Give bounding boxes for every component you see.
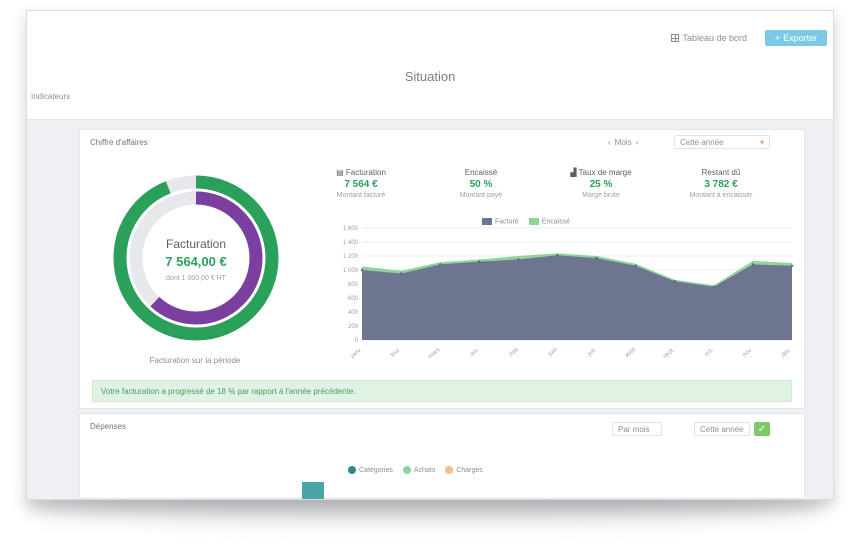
data-point[interactable] xyxy=(399,272,403,275)
donut-value: 7 564,00 € xyxy=(165,254,226,269)
dashboard-link[interactable]: Tableau de bord xyxy=(671,33,747,43)
info-alert: Votre facturation a progressé de 18 % pa… xyxy=(92,380,792,402)
plus-icon: + xyxy=(774,33,781,43)
expenses-panel-title: Dépenses xyxy=(90,422,127,431)
x-tick-label: avr. xyxy=(469,347,481,358)
kpi-sub: Montant à encaisser xyxy=(689,192,753,199)
x-tick-label: sept. xyxy=(662,347,676,360)
revenue-panel: Chiffre d'affaires ‹ Mois › Cette année … xyxy=(79,129,805,409)
expenses-legend: Catégories Achats Charges xyxy=(348,466,483,474)
check-icon: ✓ xyxy=(754,422,770,436)
expenses-period-select[interactable]: Par mois xyxy=(612,422,662,436)
data-point[interactable] xyxy=(478,260,481,263)
legend-item[interactable]: Catégories xyxy=(348,466,393,474)
y-tick-label: 1 000 xyxy=(343,268,359,274)
data-point[interactable] xyxy=(517,258,520,261)
legend-label: Catégories xyxy=(359,466,393,474)
kpi-margin: ▟ Taux de marge 25 % Marge brute xyxy=(546,168,656,199)
y-tick-label: 1 200 xyxy=(343,254,359,260)
kpi-sub: Montant facturé xyxy=(336,192,386,199)
export-button[interactable]: + Exporter xyxy=(765,30,827,46)
kpi-sub: Marge brute xyxy=(582,192,620,199)
series-area-billed xyxy=(362,255,792,340)
donut-subtitle: dont 1 000,00 € HT xyxy=(166,275,227,282)
y-tick-label: 200 xyxy=(348,324,359,330)
x-tick-label: oct. xyxy=(704,347,716,358)
legend-dot xyxy=(348,466,356,474)
y-tick-label: 400 xyxy=(348,310,359,316)
dashboard-link-label: Tableau de bord xyxy=(682,33,747,43)
data-point[interactable] xyxy=(360,268,364,272)
app-window: Tableau de bord + Exporter Situation Ind… xyxy=(26,10,834,500)
data-point[interactable] xyxy=(751,263,755,266)
y-tick-label: 1 600 xyxy=(343,226,359,232)
x-tick-label: août xyxy=(624,347,637,359)
x-tick-label: juil. xyxy=(586,347,598,358)
data-point[interactable] xyxy=(556,254,559,257)
period-select[interactable]: Cette année ▾ xyxy=(674,135,770,149)
legend-dot xyxy=(445,466,454,474)
data-point[interactable] xyxy=(634,264,637,267)
kpi-value: 7 564 € xyxy=(344,179,378,190)
breadcrumb: Indicateurs xyxy=(31,92,71,101)
confirm-button[interactable]: ✓ xyxy=(754,422,770,436)
y-tick-label: 0 xyxy=(355,338,359,344)
x-tick-label: juin xyxy=(547,347,559,358)
data-point[interactable] xyxy=(438,263,442,266)
chevron-right-icon: › xyxy=(635,137,639,147)
donut-title: Facturation xyxy=(166,237,226,251)
kpi-collected: Encaissé 50 % Montant payé xyxy=(426,168,536,199)
kpi-title: Encaissé xyxy=(464,168,498,177)
kpi-value: 25 % xyxy=(589,179,613,190)
kpi-value: 50 % xyxy=(469,179,493,190)
expenses-range-label: Cette année xyxy=(700,424,744,434)
document-icon: ▤ xyxy=(336,168,346,177)
grid-icon xyxy=(671,34,680,42)
period-toggle-label: Mois xyxy=(614,137,632,147)
data-point[interactable] xyxy=(673,280,676,283)
x-tick-label: mars xyxy=(427,347,441,360)
kpi-title: Restant dû xyxy=(701,168,741,177)
chevron-down-icon: ▾ xyxy=(759,137,764,147)
revenue-area-chart: 1 600 1 400 1 200 1 000 800 600 400 200 0 janv. fé… xyxy=(343,226,794,360)
expenses-panel: Dépenses Par mois Cette année ✓ Catégori… xyxy=(79,413,805,499)
kpi-remaining: Restant dû 3 782 € Montant à encaisser xyxy=(666,168,776,199)
period-select-label: Cette année xyxy=(680,137,724,147)
revenue-panel-title: Chiffre d'affaires xyxy=(90,138,148,147)
alert-text: Votre facturation a progressé de 18 % pa… xyxy=(101,386,356,396)
chevron-left-icon: ‹ xyxy=(608,137,611,147)
x-tick-label: févr. xyxy=(390,347,403,359)
y-tick-label: 1 400 xyxy=(343,240,359,246)
legend-label: Achats xyxy=(413,466,436,474)
y-tick-label: 800 xyxy=(348,282,359,288)
kpi-title: Taux de marge xyxy=(578,168,632,177)
top-bar: Tableau de bord + Exporter Situation Ind… xyxy=(27,11,833,120)
x-tick-label: janv. xyxy=(349,347,363,360)
chart-icon: ▟ xyxy=(570,168,579,177)
x-tick-label: nov. xyxy=(742,347,754,359)
data-point[interactable] xyxy=(712,285,716,288)
kpi-billing: ▤ Facturation 7 564 € Montant facturé xyxy=(306,168,416,199)
x-tick-label: déc. xyxy=(781,347,794,359)
legend-dot xyxy=(402,466,411,474)
expenses-bar xyxy=(302,482,324,499)
billing-donut: Facturation 7 564,00 € dont 1 000,00 € H… xyxy=(113,175,279,341)
legend-item[interactable]: Charges xyxy=(445,466,483,474)
expenses-period-label: Par mois xyxy=(618,424,650,434)
legend-label: Charges xyxy=(456,466,483,474)
page-title: Situation xyxy=(404,69,456,84)
data-point[interactable] xyxy=(790,264,794,267)
period-toggle[interactable]: ‹ Mois › xyxy=(608,135,638,149)
legend-item[interactable]: Achats xyxy=(402,466,436,474)
kpi-sub: Montant payé xyxy=(459,192,503,199)
kpi-value: 3 782 € xyxy=(704,179,738,190)
export-button-label: Exporter xyxy=(783,33,818,43)
data-point[interactable] xyxy=(595,256,598,260)
kpi-title: Facturation xyxy=(345,168,386,177)
expenses-range-select[interactable]: Cette année xyxy=(694,422,750,436)
x-tick-label: mai xyxy=(508,347,519,358)
donut-caption: Facturation sur la période xyxy=(149,356,241,365)
y-tick-label: 600 xyxy=(348,296,359,302)
